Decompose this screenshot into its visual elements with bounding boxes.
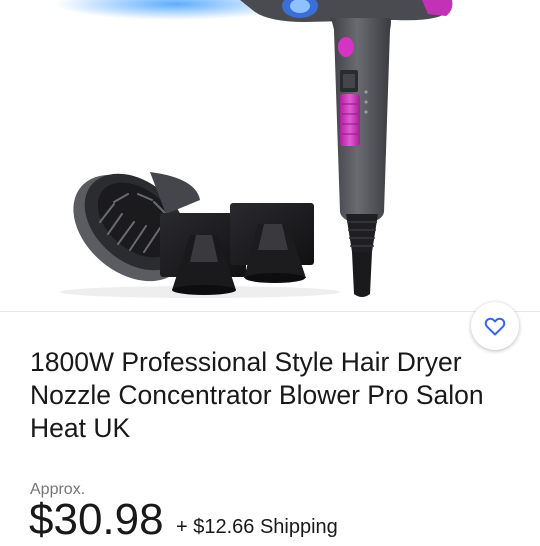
add-to-watchlist-button[interactable] [471, 302, 519, 350]
heart-outline-icon [484, 317, 506, 336]
product-title: 1800W Professional Style Hair Dryer Nozz… [30, 347, 484, 443]
image-divider [0, 311, 540, 312]
hair-dryer-illustration [55, 0, 453, 298]
product-image[interactable] [0, 0, 540, 318]
shipping-cost: + $12.66 Shipping [176, 516, 338, 538]
power-button-icon [338, 37, 354, 57]
product-price: $30.98 [29, 495, 164, 544]
heat-slider [340, 94, 360, 146]
